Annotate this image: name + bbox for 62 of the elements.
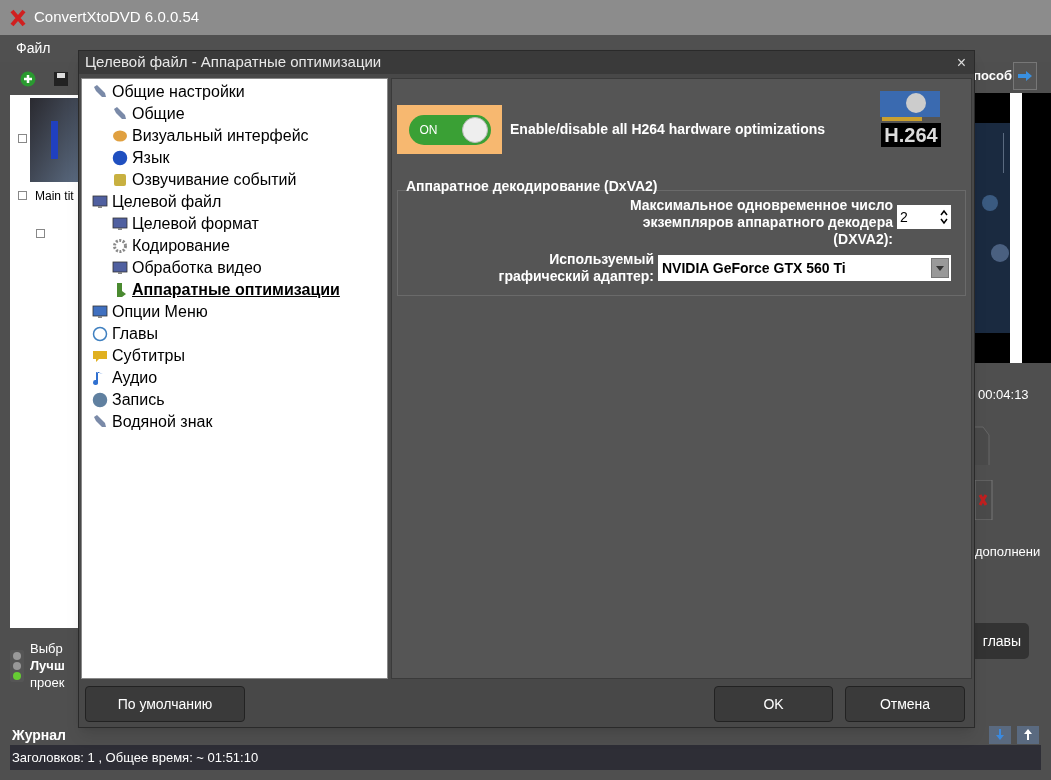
- tree-item[interactable]: Обработка видео: [132, 256, 262, 280]
- tree-item[interactable]: Целевой файл: [112, 190, 222, 214]
- toggle-label: ON: [418, 121, 439, 139]
- expand-icon[interactable]: [18, 134, 27, 143]
- adapter-label: Используемый графический адаптер:: [498, 251, 654, 285]
- note-text: дополнени: [975, 542, 1042, 561]
- save-icon[interactable]: [54, 71, 68, 86]
- chapters-button[interactable]: главы: [975, 623, 1029, 659]
- ok-button[interactable]: OK: [714, 686, 833, 722]
- monitor-icon: [112, 216, 128, 232]
- wrench-icon: [92, 84, 108, 100]
- disc-icon: [92, 392, 108, 408]
- hint-text: Лучш: [30, 657, 65, 674]
- dialog-title: Целевой файл - Аппаратные оптимизации: [85, 52, 382, 73]
- clock-icon: [92, 326, 108, 342]
- tree-item[interactable]: Запись: [112, 388, 165, 412]
- adapter-dropdown[interactable]: NVIDIA GeForce GTX 560 Ti: [658, 255, 951, 281]
- tree-label[interactable]: Main tit: [35, 187, 74, 205]
- instances-label: Максимальное одновременное число экземпляров аппаратного декодера (DXVA2):: [628, 197, 893, 248]
- spinbox-value: 2: [900, 207, 908, 227]
- status-text: Заголовков: 1 , Общее время: ~ 01:51:10: [12, 748, 259, 767]
- spin-arrows-icon[interactable]: [940, 209, 948, 225]
- time-label: 00:04:13: [978, 386, 1030, 404]
- speech-bubble-icon: [92, 348, 108, 364]
- traffic-light-icon: [10, 649, 24, 682]
- expand-icon[interactable]: [36, 229, 45, 238]
- hint-text: Выбр: [30, 640, 64, 657]
- toggle-caption: Enable/disable all H264 hardware optimizations: [510, 120, 827, 139]
- tree-item[interactable]: Язык: [132, 146, 170, 170]
- gear-icon: [112, 238, 128, 254]
- tree-item[interactable]: Озвучивание событий: [132, 168, 297, 192]
- tree-item[interactable]: Кодирование: [132, 234, 230, 258]
- tree-item[interactable]: Целевой формат: [132, 212, 259, 236]
- tree-item[interactable]: Аудио: [112, 366, 158, 390]
- list-icon: [92, 304, 108, 320]
- tree-item[interactable]: Водяной знак: [112, 410, 213, 434]
- monitor-icon: [92, 194, 108, 210]
- cancel-button[interactable]: Отмена: [845, 686, 965, 722]
- journal-label: Журнал: [12, 725, 66, 745]
- tree-item[interactable]: Визуальный интерфейс: [132, 124, 309, 148]
- wrench-icon: [112, 106, 128, 122]
- tree-item[interactable]: Аппаратные оптимизации: [132, 278, 340, 302]
- collapse-icon[interactable]: [18, 191, 27, 200]
- tree-item[interactable]: Общие: [132, 102, 185, 126]
- monitor-icon: [112, 260, 128, 276]
- instances-spinbox[interactable]: 2: [897, 205, 951, 229]
- default-button[interactable]: По умолчанию: [85, 686, 245, 722]
- tree-item[interactable]: Субтитры: [112, 344, 185, 368]
- hint-text: проек: [30, 674, 65, 691]
- dropdown-value: NVIDIA GeForce GTX 560 Ti: [662, 258, 846, 278]
- tree-item[interactable]: Опции Меню: [112, 300, 208, 324]
- menu-item[interactable]: Файл: [16, 38, 51, 59]
- window-title: ConvertXtoDVD 6.0.0.54: [34, 7, 200, 28]
- tree-item[interactable]: Общие настройки: [112, 80, 245, 104]
- tree-item[interactable]: Главы: [112, 322, 158, 346]
- close-button[interactable]: ×: [954, 54, 968, 71]
- app-logo-icon: [10, 8, 26, 27]
- wrench-icon: [92, 414, 108, 430]
- add-icon[interactable]: [20, 70, 36, 87]
- globe-icon: [112, 150, 128, 166]
- group-title: Аппаратное декодирование (DxVA2): [406, 178, 658, 194]
- h264-badge: H.264: [881, 122, 941, 147]
